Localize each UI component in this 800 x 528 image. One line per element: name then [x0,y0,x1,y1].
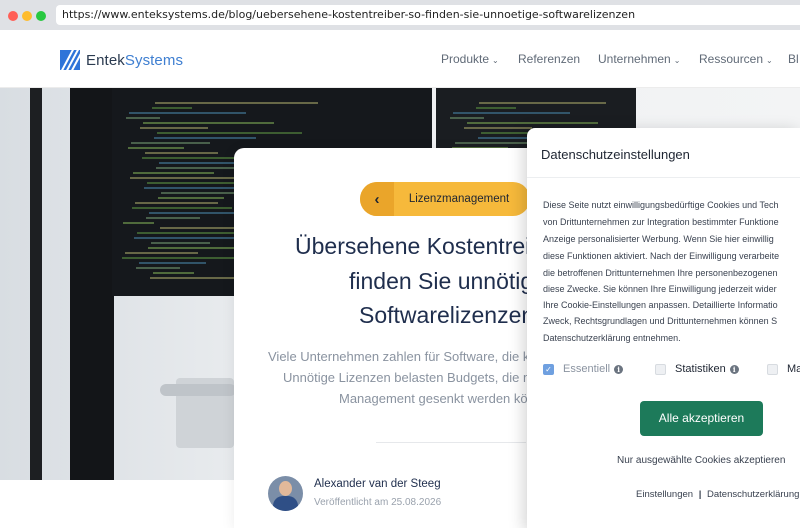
minimize-window-dot[interactable] [22,11,32,21]
browser-chrome: https://www.enteksystems.de/blog/ueberse… [0,0,800,30]
consent-text-line: Diese Seite nutzt einwilligungsbedürftig… [543,200,779,210]
consent-text-line: Datenschutzerklärung entnehmen. [543,333,681,343]
article-title-line-3: Softwarelizenzen [359,302,535,328]
nav-item-produkte[interactable]: Produkte ⌄ [441,52,499,66]
option-statistiken[interactable]: Statistiken i [655,362,739,376]
info-icon[interactable]: i [729,364,739,374]
settings-link[interactable]: Einstellungen [636,489,693,500]
article-title-line-2: finden Sie unnötig [349,268,534,294]
chevron-down-icon: ⌄ [492,56,499,65]
nav-item-unternehmen[interactable]: Unternehmen ⌄ [598,52,680,66]
consent-text-line: von Drittunternehmen zur Integration bes… [543,217,779,227]
article-lead-line-3: Management gesenkt werden kön [339,391,535,406]
consent-text-line: Anzeige personalisierter Werbung. Wenn S… [543,234,774,244]
cookie-consent-dialog: Datenschutzeinstellungen Diese Seite nut… [527,128,800,528]
consent-header: Datenschutzeinstellungen [527,128,800,178]
close-window-dot[interactable] [8,11,18,21]
checkbox-marketing[interactable] [767,363,778,375]
chevron-left-icon[interactable]: ‹ [360,182,394,216]
address-bar[interactable]: https://www.enteksystems.de/blog/ueberse… [56,5,800,25]
nav-item-ressourcen[interactable]: Ressourcen ⌄ [699,52,773,66]
consent-text-line: diese Zwecke. Sie können Ihre Einwilligu… [543,284,777,294]
divider [376,442,526,443]
published-date: Veröffentlicht am 25.08.2026 [314,497,442,508]
site-logo[interactable]: EntekSystems [60,50,183,70]
logo-text: EntekSystems [86,51,184,69]
option-essentiell[interactable]: ✓ Essentiell i [543,362,624,376]
author-name[interactable]: Alexander van der Steeg [314,478,441,490]
article-lead-line-1: Viele Unternehmen zahlen für Software, d… [268,349,537,364]
privacy-link[interactable]: Datenschutzerklärung [707,489,799,500]
accept-selected-link[interactable]: Nur ausgewählte Cookies akzeptieren [617,455,785,466]
consent-text-line: Zweck, Rechtsgrundlagen und Drittunterne… [543,316,778,326]
category-pill[interactable]: ‹ Lizenzmanagement [360,182,530,216]
consent-text-line: die betroffenen Drittunternehmen Ihre pe… [543,268,778,278]
article-title-line-1: Übersehene Kostentrei [295,233,531,259]
checkbox-statistiken[interactable] [655,363,666,375]
consent-title: Datenschutzeinstellungen [541,147,690,162]
checkbox-essentiell[interactable]: ✓ [543,363,554,375]
accept-all-button[interactable]: Alle akzeptieren [640,401,763,436]
chevron-down-icon: ⌄ [766,56,773,65]
consent-links: Einstellungen | Datenschutzerklärung [636,489,800,500]
nav-item-referenzen[interactable]: Referenzen [518,52,580,66]
consent-text-line: Ihre Cookie-Einstellungen anpassen. Deta… [543,300,778,310]
author-avatar [268,476,303,511]
nav-item-blog[interactable]: Bl [788,52,799,66]
site-header: EntekSystems Produkte ⌄ Referenzen Untern… [0,30,800,88]
option-marketing[interactable]: Ma [767,362,800,376]
maximize-window-dot[interactable] [36,11,46,21]
consent-text-line: diese Funktionen aktiviert. Nach der Ein… [543,251,780,261]
info-icon[interactable]: i [614,364,624,374]
article-lead-line-2: Unnötige Lizenzen belasten Budgets, die … [283,370,537,385]
logo-icon [60,50,80,70]
category-label: Lizenzmanagement [408,193,510,205]
chevron-down-icon: ⌄ [673,56,681,65]
